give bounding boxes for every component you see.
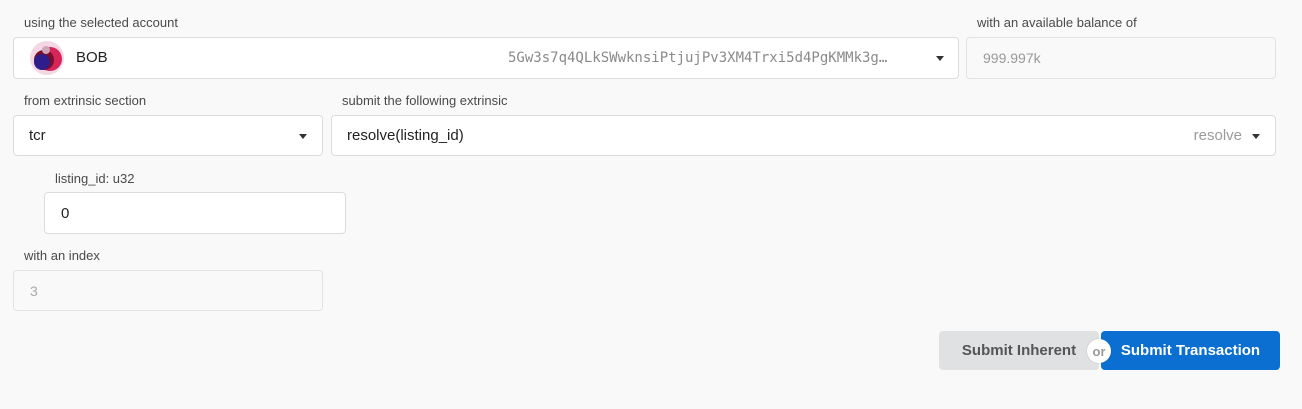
account-address: 5Gw3s7q4QLkSWwknsiPtjujPv3XM4Trxi5d4PgKM… bbox=[508, 50, 888, 66]
chevron-down-icon bbox=[936, 56, 944, 61]
account-selector[interactable]: BOB 5Gw3s7q4QLkSWwknsiPtjujPv3XM4Trxi5d4… bbox=[13, 37, 959, 79]
section-value: tcr bbox=[29, 127, 46, 144]
chevron-down-icon bbox=[1252, 134, 1260, 139]
submit-inherent-button[interactable]: Submit Inherent bbox=[939, 331, 1099, 370]
section-dropdown[interactable]: tcr bbox=[13, 115, 323, 156]
balance-label: with an available balance of bbox=[977, 15, 1137, 30]
extrinsic-dropdown[interactable]: resolve(listing_id) resolve bbox=[331, 115, 1276, 156]
submit-transaction-button[interactable]: Submit Transaction bbox=[1101, 331, 1280, 370]
param-label: listing_id: u32 bbox=[55, 171, 135, 186]
account-name: BOB bbox=[76, 49, 108, 66]
extrinsic-value: resolve(listing_id) bbox=[347, 127, 464, 144]
nonce-field: 3 bbox=[13, 270, 323, 311]
nonce-label: with an index bbox=[24, 248, 100, 263]
identicon-icon bbox=[29, 40, 65, 76]
listing-id-value: 0 bbox=[61, 205, 70, 222]
balance-value: 999.997k bbox=[983, 50, 1041, 66]
section-label: from extrinsic section bbox=[24, 93, 147, 108]
extrinsic-method: resolve bbox=[1193, 127, 1242, 144]
account-label: using the selected account bbox=[24, 15, 178, 30]
listing-id-input[interactable]: 0 bbox=[44, 192, 346, 234]
balance-field: 999.997k bbox=[966, 37, 1276, 79]
chevron-down-icon bbox=[299, 134, 307, 139]
nonce-value: 3 bbox=[30, 283, 38, 299]
extrinsic-label: submit the following extrinsic bbox=[342, 93, 508, 108]
or-separator: or bbox=[1087, 339, 1111, 363]
